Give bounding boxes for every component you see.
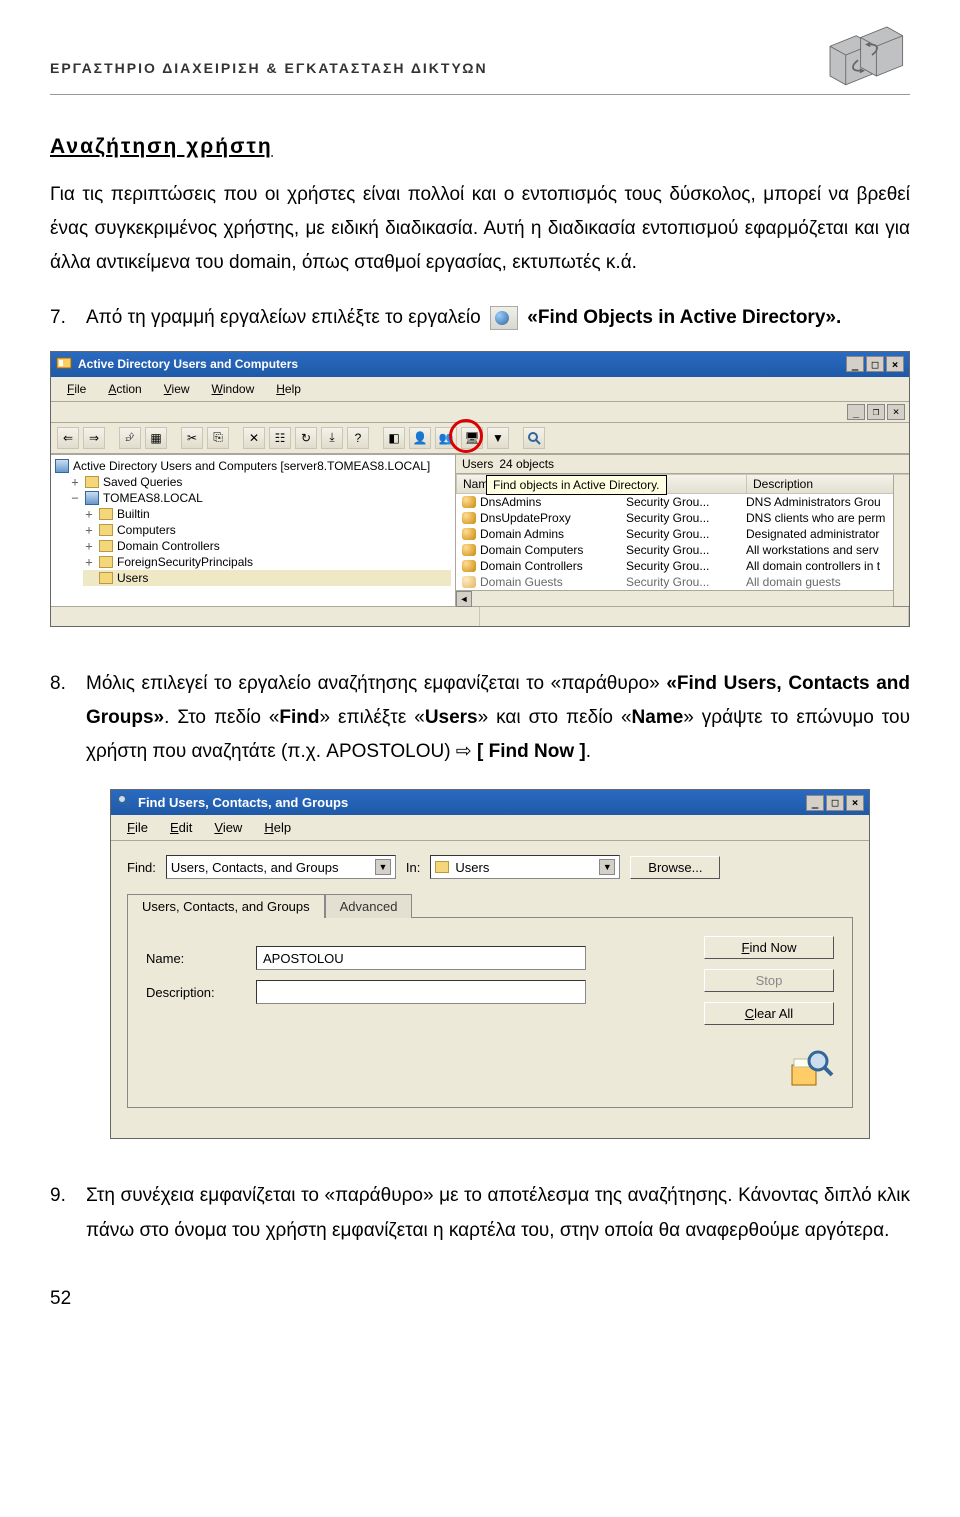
section-heading: Αναζήτηση χρήστη — [50, 135, 910, 159]
find-menubar: File Edit View Help — [111, 815, 869, 841]
tab-users[interactable]: Users, Contacts, and Groups — [127, 894, 325, 918]
aduc-app-icon — [56, 355, 72, 374]
tb-up[interactable]: ⮵ — [119, 427, 141, 449]
menu-window[interactable]: Window — [202, 380, 265, 398]
menu-action[interactable]: Action — [98, 380, 151, 398]
list-row: Domain GuestsSecurity Grou...All domain … — [456, 574, 909, 590]
doc-header: ΕΡΓΑΣΤΗΡΙΟ ΔΙΑΧΕΙΡΙΣΗ & ΕΓΚΑΤΑΣΤΑΣΗ ΔΙΚΤ… — [50, 20, 488, 76]
tb-new-computer[interactable]: 🖥 — [461, 427, 483, 449]
name-field[interactable]: APOSTOLOU — [256, 946, 586, 970]
tb-new-group[interactable]: 👥 — [435, 427, 457, 449]
tb-back[interactable]: ⇐ — [57, 427, 79, 449]
tb-cut[interactable]: ✂ — [181, 427, 203, 449]
aduc-menubar: File Action View Window Help — [51, 377, 909, 402]
tb-help[interactable]: ? — [347, 427, 369, 449]
intro-paragraph: Για τις περιπτώσεις που οι χρήστες είναι… — [50, 178, 910, 281]
list-row: Domain AdminsSecurity Grou...Designated … — [456, 526, 909, 542]
find-menu-file[interactable]: File — [117, 818, 158, 837]
find-min-button[interactable]: _ — [806, 795, 824, 811]
h-scrollbar[interactable]: ◄► — [456, 590, 909, 606]
aduc-window: Active Directory Users and Computers _ □… — [50, 351, 910, 627]
close-button[interactable]: × — [886, 356, 904, 372]
find-title: Find Users, Contacts, and Groups — [138, 795, 348, 810]
tb-delete[interactable]: ✕ — [243, 427, 265, 449]
tb-refresh[interactable]: ↻ — [295, 427, 317, 449]
servers-icon — [820, 20, 910, 90]
aduc-title: Active Directory Users and Computers — [78, 357, 298, 371]
menu-file[interactable]: File — [57, 380, 96, 398]
name-label: Name: — [146, 951, 256, 966]
find-close-button[interactable]: × — [846, 795, 864, 811]
find-label: Find: — [127, 860, 156, 875]
step-9-text: Στη συνέχεια εμφανίζεται το «παράθυρο» μ… — [86, 1179, 910, 1247]
aduc-toolbar: ⇐ ⇒ ⮵ ▦ ✂ ⎘ ✕ ☷ ↻ ⤓ ? ◧ 👤 — [51, 423, 909, 454]
tb-new-ou[interactable]: ◧ — [383, 427, 405, 449]
page-number: 52 — [50, 1288, 910, 1310]
tb-export[interactable]: ⤓ — [321, 427, 343, 449]
mdi-close-button[interactable]: × — [887, 404, 905, 420]
min-button[interactable]: _ — [846, 356, 864, 372]
menu-view[interactable]: View — [154, 380, 200, 398]
description-label: Description: — [146, 985, 256, 1000]
find-tool-inline-icon — [490, 306, 518, 330]
chevron-down-icon: ▼ — [375, 859, 391, 875]
tb-new-user[interactable]: 👤 — [409, 427, 431, 449]
search-illustration-icon — [790, 1045, 834, 1089]
list-row: Domain ComputersSecurity Grou...All work… — [456, 542, 909, 558]
tb-find[interactable] — [523, 427, 545, 449]
find-tooltip: Find objects in Active Directory. — [486, 475, 667, 495]
statusbar — [51, 606, 909, 626]
aduc-list[interactable]: Users 24 objects Find objects in Active … — [456, 455, 909, 606]
mdi-restore-button[interactable]: ❐ — [867, 404, 885, 420]
browse-button[interactable]: Browse... — [630, 856, 720, 879]
find-window: Find Users, Contacts, and Groups _ □ × F… — [110, 789, 870, 1139]
list-row: Domain ControllersSecurity Grou...All do… — [456, 558, 909, 574]
aduc-tree[interactable]: Active Directory Users and Computers [se… — [51, 455, 456, 606]
find-menu-view[interactable]: View — [204, 818, 252, 837]
step-8-number: 8. — [50, 667, 72, 701]
list-row: DnsAdminsSecurity Grou...DNS Administrat… — [456, 494, 909, 510]
tb-copy[interactable]: ⎘ — [207, 427, 229, 449]
clear-all-button[interactable]: Clear All — [704, 1002, 834, 1025]
tb-properties[interactable]: ☷ — [269, 427, 291, 449]
tb-fwd[interactable]: ⇒ — [83, 427, 105, 449]
list-row: DnsUpdateProxySecurity Grou...DNS client… — [456, 510, 909, 526]
col-desc[interactable]: Description — [746, 474, 909, 494]
stop-button[interactable]: Stop — [704, 969, 834, 992]
v-scrollbar[interactable] — [893, 475, 909, 606]
step-9-number: 9. — [50, 1179, 72, 1213]
in-label: In: — [406, 860, 420, 875]
in-combo[interactable]: Users▼ — [430, 855, 620, 879]
aduc-titlebar[interactable]: Active Directory Users and Computers _ □… — [51, 352, 909, 377]
mdi-min-button[interactable]: _ — [847, 404, 865, 420]
tab-advanced[interactable]: Advanced — [325, 894, 413, 918]
menu-help[interactable]: Help — [266, 380, 311, 398]
find-max-button[interactable]: □ — [826, 795, 844, 811]
tb-show[interactable]: ▦ — [145, 427, 167, 449]
find-now-button[interactable]: Find Now — [704, 936, 834, 959]
step-7-number: 7. — [50, 301, 72, 335]
step-8-text: Μόλις επιλεγεί το εργαλείο αναζήτησης εμ… — [86, 667, 910, 770]
chevron-down-icon: ▼ — [599, 859, 615, 875]
find-app-icon — [116, 793, 132, 812]
description-field[interactable] — [256, 980, 586, 1004]
find-combo[interactable]: Users, Contacts, and Groups▼ — [166, 855, 396, 879]
tb-filter[interactable]: ▼ — [487, 427, 509, 449]
find-titlebar[interactable]: Find Users, Contacts, and Groups _ □ × — [111, 790, 869, 815]
find-menu-help[interactable]: Help — [254, 818, 301, 837]
find-form: Name: APOSTOLOU Description: — [146, 936, 684, 1089]
find-menu-edit[interactable]: Edit — [160, 818, 202, 837]
max-button[interactable]: □ — [866, 356, 884, 372]
step-7-text: Από τη γραμμή εργαλείων επιλέξτε το εργα… — [86, 301, 841, 335]
